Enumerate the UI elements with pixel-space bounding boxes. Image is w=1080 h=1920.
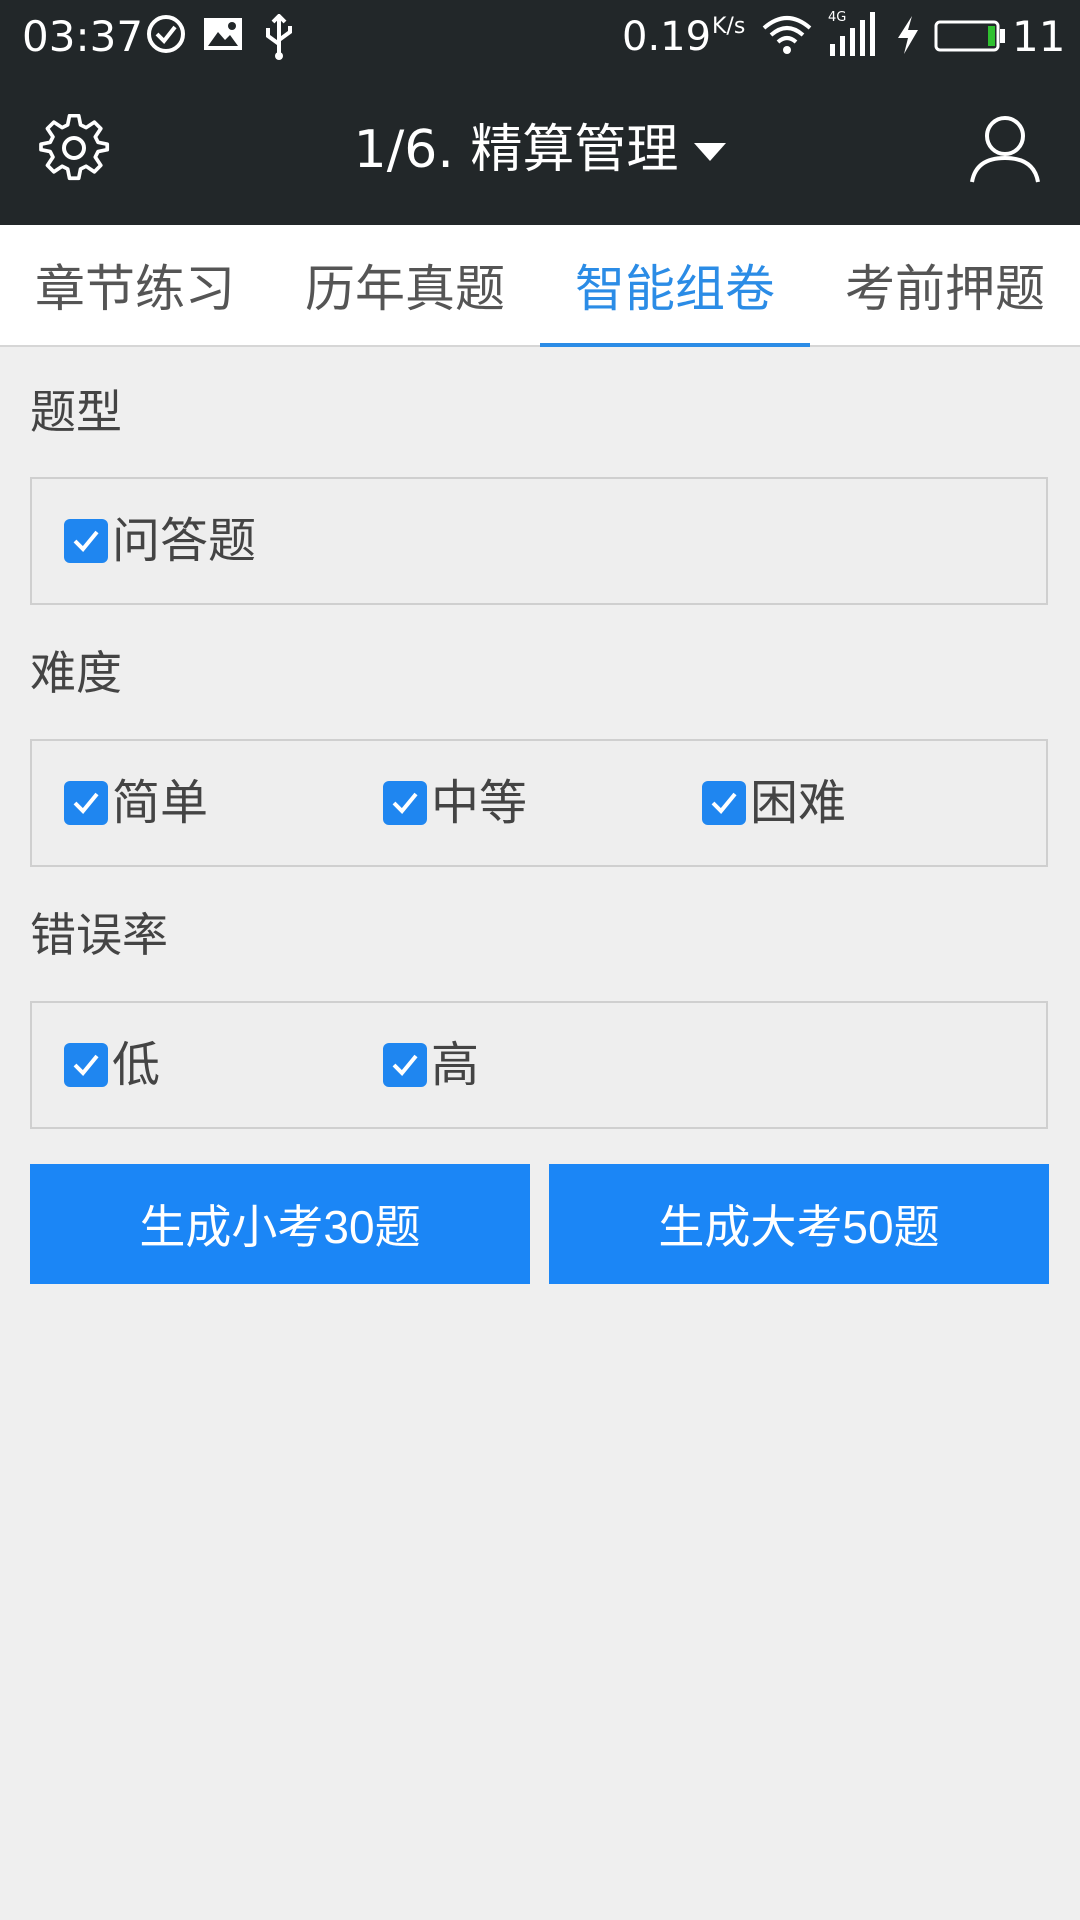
check-circle-icon [146, 14, 186, 58]
option-medium[interactable]: 中等 [383, 741, 527, 865]
tab-past-exams[interactable]: 历年真题 [270, 225, 540, 345]
signal-icon: 4G [828, 10, 882, 62]
question-type-panel: 问答题 [30, 477, 1048, 605]
tab-chapter-practice[interactable]: 章节练习 [0, 225, 270, 345]
option-label: 中等 [431, 775, 528, 831]
checkbox-checked-icon[interactable] [383, 781, 427, 825]
tab-pre-exam-predictions[interactable]: 考前押题 [810, 225, 1080, 345]
network-speed-unit: K/s [712, 14, 746, 39]
wifi-icon [760, 14, 814, 62]
charging-icon [894, 14, 922, 60]
network-type: 4G [828, 10, 847, 25]
status-time: 03:37 [22, 12, 144, 61]
user-button[interactable] [968, 112, 1042, 186]
app-bar: 1/6. 精算管理 [0, 74, 1080, 225]
tab-bar: 章节练习 历年真题 智能组卷 考前押题 [0, 225, 1080, 347]
checkbox-checked-icon[interactable] [702, 781, 746, 825]
checkbox-checked-icon[interactable] [383, 1043, 427, 1087]
option-label: 问答题 [112, 513, 257, 569]
difficulty-label: 难度 [30, 646, 122, 700]
network-speed: 0.19 [622, 14, 712, 60]
option-label: 高 [431, 1037, 480, 1093]
option-label: 低 [112, 1037, 161, 1093]
status-bar: 03:37 0.19 K/s 4G 11 [0, 0, 1080, 74]
option-essay[interactable]: 问答题 [64, 479, 256, 603]
tab-smart-paper[interactable]: 智能组卷 [540, 225, 810, 345]
tab-indicator [540, 343, 810, 347]
question-type-label: 题型 [30, 385, 122, 439]
caret-down-icon [694, 142, 727, 161]
option-label: 困难 [750, 775, 847, 831]
option-high[interactable]: 高 [383, 1003, 479, 1127]
checkbox-checked-icon[interactable] [64, 781, 108, 825]
page-title: 1/6. 精算管理 [353, 119, 679, 180]
battery-level: 11 [1012, 12, 1066, 61]
error-rate-panel: 低 高 [30, 1001, 1048, 1129]
option-low[interactable]: 低 [64, 1003, 160, 1127]
title-container: 1/6. 精算管理 [0, 74, 1080, 225]
subject-selector[interactable]: 1/6. 精算管理 [354, 118, 727, 182]
checkbox-checked-icon[interactable] [64, 1043, 108, 1087]
usb-icon [262, 13, 296, 64]
difficulty-panel: 简单 中等 困难 [30, 739, 1048, 867]
option-hard[interactable]: 困难 [702, 741, 846, 865]
user-icon [970, 116, 1040, 183]
generate-big-exam-button[interactable]: 生成大考50题 [549, 1164, 1049, 1284]
option-label: 简单 [112, 775, 209, 831]
generate-small-exam-button[interactable]: 生成小考30题 [30, 1164, 530, 1284]
checkbox-checked-icon[interactable] [64, 519, 108, 563]
battery-icon [934, 20, 1006, 56]
error-rate-label: 错误率 [30, 908, 168, 962]
option-easy[interactable]: 简单 [64, 741, 208, 865]
image-icon [202, 14, 244, 58]
